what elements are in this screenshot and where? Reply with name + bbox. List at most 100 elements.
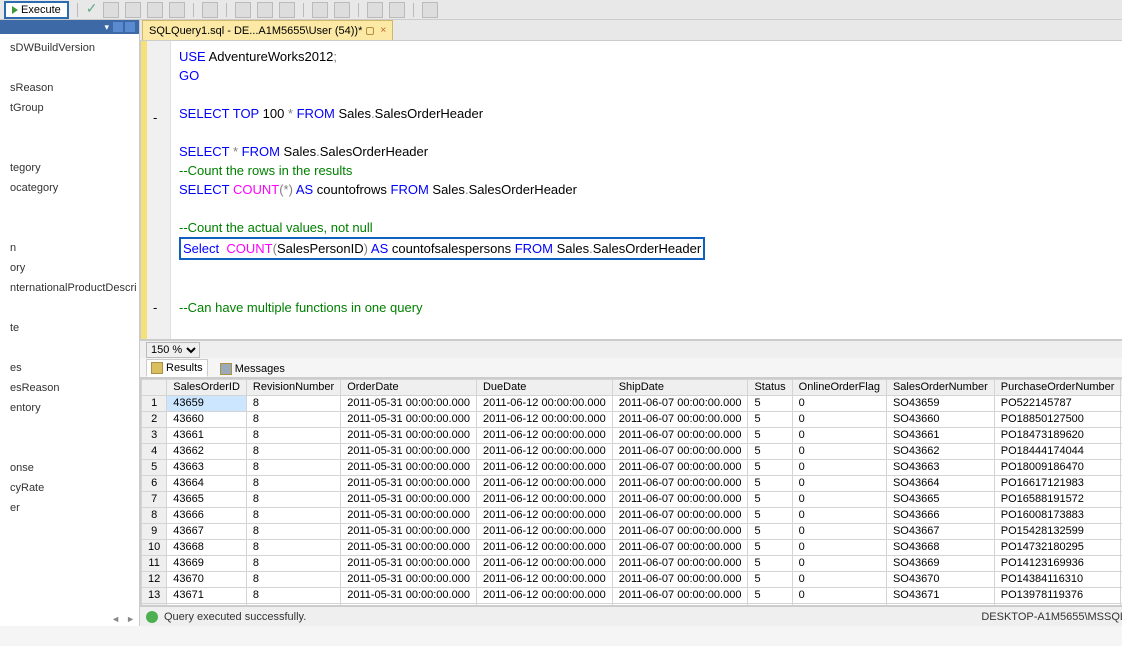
table-row[interactable]: 104366882011-05-31 00:00:00.0002011-06-1… [142, 540, 1122, 556]
status-message: Query executed successfully. [164, 611, 306, 623]
results-grid[interactable]: SalesOrderIDRevisionNumberOrderDateDueDa… [141, 379, 1122, 606]
tab-results[interactable]: Results [146, 359, 208, 377]
tree-list[interactable]: sDWBuildVersion sReasontGroup tegoryocat… [0, 34, 139, 522]
table-row[interactable]: 74366582011-05-31 00:00:00.0002011-06-12… [142, 492, 1122, 508]
sql-editor[interactable]: USE AdventureWorks2012;GO SELECT TOP 100… [140, 40, 1122, 340]
close-icon[interactable] [125, 22, 135, 32]
toolbar-icon[interactable] [257, 2, 273, 18]
tree-item[interactable]: ocategory [10, 178, 137, 198]
status-server: DESKTOP-A1M5655\MSSQLSERVES... [981, 611, 1122, 623]
column-header[interactable]: OrderDate [341, 380, 477, 396]
toolbar-icon[interactable] [312, 2, 328, 18]
toolbar-icon[interactable] [279, 2, 295, 18]
toolbar-separator [303, 3, 304, 17]
tree-item[interactable]: cyRate [10, 478, 137, 498]
grid-icon [151, 362, 163, 374]
tree-item[interactable]: ory [10, 258, 137, 278]
panel-header: ▾ [0, 20, 139, 34]
table-row[interactable]: 14365982011-05-31 00:00:00.0002011-06-12… [142, 396, 1122, 412]
tree-item[interactable]: te [10, 318, 137, 338]
zoom-select[interactable]: 150 % [146, 342, 200, 358]
toolbar-icon[interactable] [103, 2, 119, 18]
tree-item[interactable] [10, 218, 137, 238]
column-header[interactable]: Status [748, 380, 792, 396]
toolbar-icon[interactable] [334, 2, 350, 18]
tree-item[interactable]: sDWBuildVersion [10, 38, 137, 58]
toolbar-icon[interactable] [125, 2, 141, 18]
tree-item[interactable] [10, 298, 137, 318]
toolbar-separator [77, 3, 78, 17]
tree-item[interactable] [10, 58, 137, 78]
pin-icon[interactable] [366, 27, 374, 35]
tree-item[interactable]: sReason [10, 78, 137, 98]
messages-icon [220, 363, 232, 375]
column-header[interactable]: SalesOrderID [167, 380, 247, 396]
results-grid-wrap[interactable]: SalesOrderIDRevisionNumberOrderDateDueDa… [140, 378, 1122, 606]
table-row[interactable]: 114366982011-05-31 00:00:00.0002011-06-1… [142, 556, 1122, 572]
results-label: Results [166, 362, 203, 374]
table-row[interactable]: 84366682011-05-31 00:00:00.0002011-06-12… [142, 508, 1122, 524]
main-toolbar: Execute ✓ [0, 0, 1122, 20]
table-row[interactable]: 134367182011-05-31 00:00:00.0002011-06-1… [142, 588, 1122, 604]
tab-sqlquery1[interactable]: SQLQuery1.sql - DE...A1M5655\User (54))*… [142, 20, 393, 40]
table-row[interactable]: 44366282011-05-31 00:00:00.0002011-06-12… [142, 444, 1122, 460]
tree-item[interactable] [10, 118, 137, 138]
column-header[interactable]: ShipDate [612, 380, 748, 396]
document-tabs: SQLQuery1.sql - DE...A1M5655\User (54))*… [140, 20, 1122, 40]
table-row[interactable]: 94366782011-05-31 00:00:00.0002011-06-12… [142, 524, 1122, 540]
toolbar-icon[interactable] [202, 2, 218, 18]
play-icon [12, 6, 18, 14]
column-header[interactable]: SalesOrderNumber [886, 380, 994, 396]
tree-item[interactable]: onse [10, 458, 137, 478]
column-header[interactable]: RevisionNumber [246, 380, 340, 396]
tree-item[interactable]: er [10, 498, 137, 518]
toolbar-separator [413, 3, 414, 17]
toolbar-icon[interactable] [169, 2, 185, 18]
tree-item[interactable]: nternationalProductDescription [10, 278, 137, 298]
table-row[interactable]: 124367082011-05-31 00:00:00.0002011-06-1… [142, 572, 1122, 588]
dropdown-icon[interactable]: ▾ [104, 22, 109, 33]
tree-item[interactable] [10, 138, 137, 158]
table-row[interactable]: 24366082011-05-31 00:00:00.0002011-06-12… [142, 412, 1122, 428]
tree-item[interactable]: es [10, 358, 137, 378]
code-area[interactable]: USE AdventureWorks2012;GO SELECT TOP 100… [171, 41, 1122, 339]
tab-messages[interactable]: Messages [216, 361, 289, 377]
column-header[interactable]: DueDate [476, 380, 612, 396]
tree-item[interactable]: tegory [10, 158, 137, 178]
pin-icon[interactable] [113, 22, 123, 32]
messages-label: Messages [235, 363, 285, 375]
close-icon[interactable]: × [380, 25, 386, 36]
tree-item[interactable] [10, 418, 137, 438]
results-tabs: Results Messages [140, 358, 1122, 378]
splitter[interactable] [136, 20, 139, 626]
zoom-bar: 150 % [140, 340, 1122, 358]
tree-item[interactable]: n [10, 238, 137, 258]
toolbar-icon[interactable] [422, 2, 438, 18]
parse-icon[interactable]: ✓ [86, 1, 98, 18]
tree-item[interactable] [10, 438, 137, 458]
execute-button[interactable]: Execute [4, 1, 69, 19]
column-header[interactable]: OnlineOrderFlag [792, 380, 886, 396]
tree-item[interactable]: tGroup [10, 98, 137, 118]
left-arrow-icon[interactable]: ◄ [111, 614, 120, 624]
toolbar-icon[interactable] [367, 2, 383, 18]
toolbar-icon[interactable] [235, 2, 251, 18]
tree-item[interactable] [10, 198, 137, 218]
table-row[interactable]: 34366182011-05-31 00:00:00.0002011-06-12… [142, 428, 1122, 444]
tree-item[interactable]: entory [10, 398, 137, 418]
toolbar-icon[interactable] [389, 2, 405, 18]
tree-item[interactable]: esReason [10, 378, 137, 398]
right-arrow-icon[interactable]: ► [126, 614, 135, 624]
toolbar-separator [358, 3, 359, 17]
object-explorer: ▾ sDWBuildVersion sReasontGroup tegoryoc… [0, 20, 140, 626]
tree-item[interactable] [10, 338, 137, 358]
execute-label: Execute [21, 4, 61, 16]
column-header[interactable]: PurchaseOrderNumber [994, 380, 1121, 396]
table-row[interactable]: 64366482011-05-31 00:00:00.0002011-06-12… [142, 476, 1122, 492]
toolbar-separator [226, 3, 227, 17]
toolbar-icon[interactable] [147, 2, 163, 18]
tab-title: SQLQuery1.sql - DE...A1M5655\User (54))* [149, 25, 362, 37]
table-row[interactable]: 54366382011-05-31 00:00:00.0002011-06-12… [142, 460, 1122, 476]
status-bar: Query executed successfully. DESKTOP-A1M… [140, 606, 1122, 626]
editor-gutter [141, 41, 171, 339]
